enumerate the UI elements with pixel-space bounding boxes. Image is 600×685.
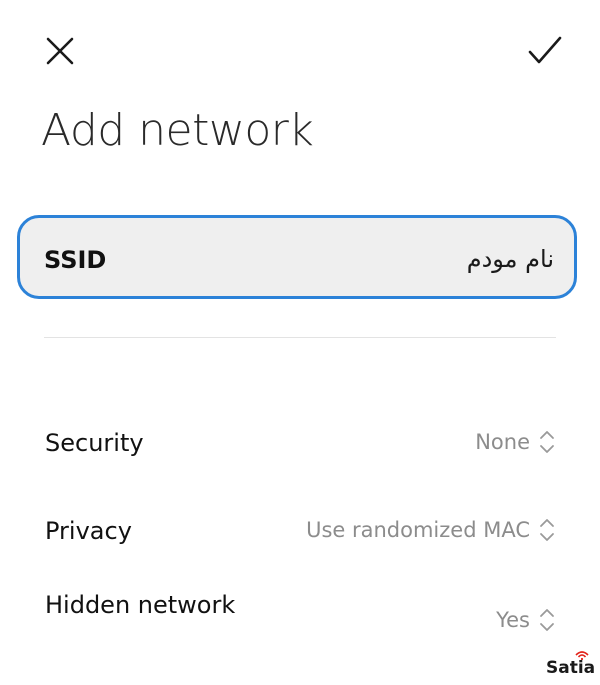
divider (44, 337, 556, 338)
confirm-button[interactable] (521, 27, 569, 75)
security-row[interactable]: Security None (0, 420, 600, 470)
hidden-network-row[interactable]: Hidden network Yes (0, 588, 600, 654)
security-value: None (475, 430, 530, 454)
updown-chevron-icon (540, 519, 554, 541)
privacy-value: Use randomized MAC (306, 518, 530, 542)
ssid-input[interactable] (174, 236, 554, 282)
checkmark-icon (528, 36, 562, 64)
privacy-label: Privacy (45, 517, 132, 545)
privacy-row[interactable]: Privacy Use randomized MAC (0, 508, 600, 558)
updown-chevron-icon (540, 609, 554, 631)
top-bar (0, 0, 600, 100)
hidden-network-label: Hidden network (45, 591, 236, 619)
ssid-label: SSID (44, 246, 107, 274)
hidden-network-value: Yes (496, 608, 530, 632)
close-button[interactable] (36, 27, 84, 75)
page-title: Add network (41, 105, 314, 156)
watermark-text: Satia (546, 658, 596, 678)
security-label: Security (45, 429, 144, 457)
close-icon (46, 37, 74, 65)
watermark-logo: Satia (543, 650, 599, 684)
updown-chevron-icon (540, 431, 554, 453)
ssid-field[interactable]: SSID (17, 215, 577, 299)
